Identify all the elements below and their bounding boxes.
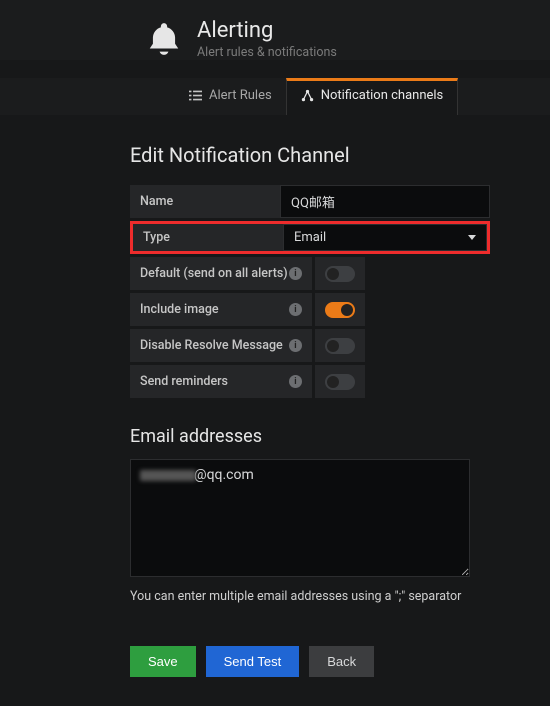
bell-icon bbox=[145, 20, 183, 58]
info-icon[interactable]: i bbox=[289, 303, 302, 316]
name-label: Name bbox=[130, 185, 280, 218]
info-icon[interactable]: i bbox=[289, 267, 302, 280]
disable-resolve-label: Disable Resolve Message i bbox=[130, 329, 312, 362]
tab-notification-channels-label: Notification channels bbox=[321, 88, 444, 103]
button-row: Save Send Test Back bbox=[130, 646, 490, 677]
chevron-down-icon bbox=[468, 235, 476, 240]
back-button[interactable]: Back bbox=[309, 646, 374, 677]
page-header: Alerting Alert rules & notifications bbox=[0, 0, 550, 60]
header-subtitle: Alert rules & notifications bbox=[197, 45, 337, 60]
info-icon[interactable]: i bbox=[289, 339, 302, 352]
email-section-title: Email addresses bbox=[130, 426, 490, 447]
include-image-toggle[interactable] bbox=[325, 302, 355, 318]
header-title: Alerting bbox=[197, 18, 337, 43]
tabs: Alert Rules Notification channels bbox=[0, 78, 550, 115]
name-input[interactable] bbox=[280, 185, 490, 218]
share-icon bbox=[301, 89, 314, 102]
type-label: Type bbox=[133, 224, 283, 251]
include-image-row: Include image i bbox=[130, 293, 490, 326]
list-icon bbox=[189, 89, 202, 102]
send-reminders-row: Send reminders i bbox=[130, 365, 490, 398]
email-addresses-textarea[interactable] bbox=[130, 459, 470, 577]
default-toggle[interactable] bbox=[325, 266, 355, 282]
info-icon[interactable]: i bbox=[289, 375, 302, 388]
email-hint: You can enter multiple email addresses u… bbox=[130, 589, 490, 604]
include-image-label: Include image i bbox=[130, 293, 312, 326]
send-reminders-toggle[interactable] bbox=[325, 374, 355, 390]
tab-alert-rules-label: Alert Rules bbox=[209, 88, 272, 103]
name-row: Name bbox=[130, 185, 490, 218]
disable-resolve-row: Disable Resolve Message i bbox=[130, 329, 490, 362]
page-title: Edit Notification Channel bbox=[130, 143, 490, 167]
type-value: Email bbox=[294, 230, 326, 245]
type-row: Type Email bbox=[130, 221, 490, 254]
save-button[interactable]: Save bbox=[130, 646, 196, 677]
disable-resolve-toggle[interactable] bbox=[325, 338, 355, 354]
send-test-button[interactable]: Send Test bbox=[206, 646, 300, 677]
default-label: Default (send on all alerts) i bbox=[130, 257, 312, 290]
tab-alert-rules[interactable]: Alert Rules bbox=[175, 78, 286, 115]
tab-notification-channels[interactable]: Notification channels bbox=[286, 78, 459, 115]
default-row: Default (send on all alerts) i bbox=[130, 257, 490, 290]
type-select[interactable]: Email bbox=[283, 224, 487, 251]
send-reminders-label: Send reminders i bbox=[130, 365, 312, 398]
